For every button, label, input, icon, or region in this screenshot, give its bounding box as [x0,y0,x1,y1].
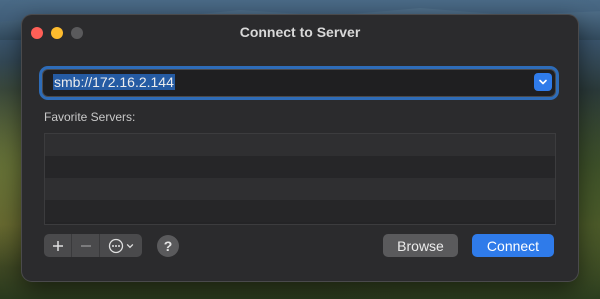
list-item[interactable] [45,178,555,200]
address-history-dropdown-button[interactable] [534,73,552,91]
plus-icon [52,240,64,252]
more-actions-menu-button[interactable] [100,234,142,257]
window-title: Connect to Server [239,24,361,40]
titlebar: Connect to Server [22,15,578,49]
favorites-segmented-control [44,234,142,257]
list-item[interactable] [45,156,555,178]
server-address-value: smb://172.16.2.144 [53,74,175,90]
list-item[interactable] [45,200,555,222]
connect-button[interactable]: Connect [472,234,554,257]
ellipsis-circle-icon [108,238,124,254]
minus-icon [80,240,92,252]
connect-to-server-window: Connect to Server smb://172.16.2.144 Fav… [22,15,578,281]
list-item[interactable] [45,134,555,156]
chevron-down-icon [126,242,134,250]
chevron-down-icon [538,77,548,87]
remove-favorite-button[interactable] [71,234,100,257]
help-button[interactable]: ? [157,235,179,257]
favorite-servers-list[interactable] [44,133,556,225]
server-address-input[interactable]: smb://172.16.2.144 [51,73,177,92]
server-address-combobox[interactable]: smb://172.16.2.144 [42,69,556,97]
add-favorite-button[interactable] [44,234,71,257]
browse-button[interactable]: Browse [383,234,458,257]
favorite-servers-label: Favorite Servers: [44,110,136,124]
